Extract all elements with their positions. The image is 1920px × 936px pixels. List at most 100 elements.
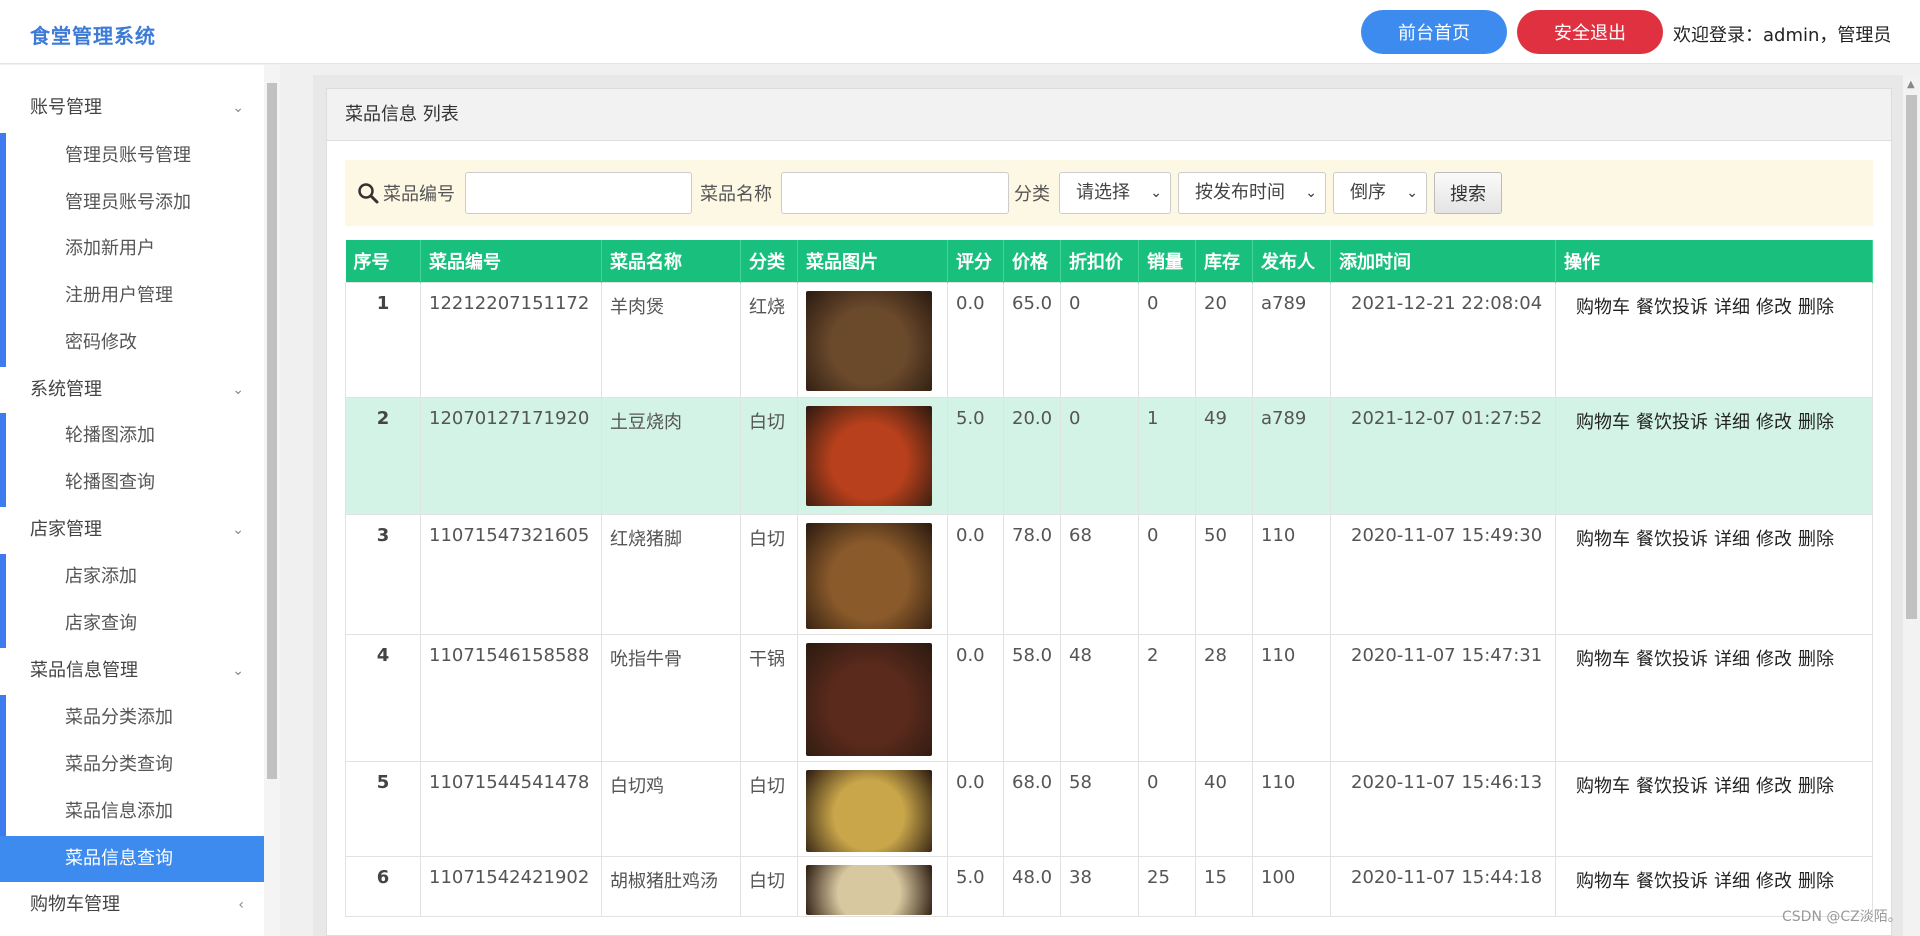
scroll-up-icon[interactable]: ▲: [1907, 79, 1915, 90]
dish-image-cell: [797, 760, 948, 857]
delete-link[interactable]: 删除: [1798, 297, 1834, 318]
col-header: 操作: [1555, 240, 1873, 282]
complaint-link[interactable]: 餐饮投诉: [1636, 412, 1708, 433]
search-bar: 菜品编号 菜品名称 分类 请选择 ⌄ 按发布时间 ⌄ 倒序 ⌄ 搜索: [345, 160, 1873, 226]
edit-link[interactable]: 修改: [1756, 529, 1792, 550]
sidebar-item-registered-users[interactable]: 注册用户管理: [0, 273, 264, 319]
sidebar-group-label: 店家管理: [30, 519, 102, 540]
delete-link[interactable]: 删除: [1798, 776, 1834, 797]
cell-name: 红烧猪脚: [601, 513, 741, 635]
cell-stock: 15: [1195, 855, 1253, 917]
cell-stock: 40: [1195, 760, 1253, 857]
search-button[interactable]: 搜索: [1434, 172, 1502, 214]
add-to-cart-link[interactable]: 购物车: [1576, 649, 1630, 670]
sidebar-item-password[interactable]: 密码修改: [0, 320, 264, 366]
detail-link[interactable]: 详细: [1714, 871, 1750, 892]
sidebar-item-add-user[interactable]: 添加新用户: [0, 226, 264, 272]
detail-link[interactable]: 详细: [1714, 529, 1750, 550]
sidebar-item-dish-add[interactable]: 菜品信息添加: [0, 789, 264, 835]
sidebar-group-store[interactable]: 店家管理 ⌄: [0, 507, 264, 553]
col-header: 分类: [740, 240, 798, 282]
edit-link[interactable]: 修改: [1756, 776, 1792, 797]
frontend-home-button[interactable]: 前台首页: [1361, 10, 1507, 54]
sidebar-group-dish[interactable]: 菜品信息管理 ⌄: [0, 648, 264, 694]
sidebar-item-banner-query[interactable]: 轮播图查询: [0, 460, 264, 506]
edit-link[interactable]: 修改: [1756, 649, 1792, 670]
order-select[interactable]: 倒序 ⌄: [1333, 172, 1427, 214]
cell-score: 0.0: [947, 281, 1004, 398]
cell-price: 68.0: [1003, 760, 1061, 857]
add-to-cart-link[interactable]: 购物车: [1576, 776, 1630, 797]
add-to-cart-link[interactable]: 购物车: [1576, 529, 1630, 550]
cell-score: 5.0: [947, 396, 1004, 515]
delete-link[interactable]: 删除: [1798, 871, 1834, 892]
sidebar-item-store-query[interactable]: 店家查询: [0, 601, 264, 647]
cell-no: 3: [345, 513, 421, 635]
row-actions: 购物车 餐饮投诉 详细 修改 删除: [1555, 396, 1873, 515]
detail-link[interactable]: 详细: [1714, 649, 1750, 670]
add-to-cart-link[interactable]: 购物车: [1576, 412, 1630, 433]
add-to-cart-link[interactable]: 购物车: [1576, 871, 1630, 892]
cell-stock: 28: [1195, 633, 1253, 762]
sidebar-item-dish-query[interactable]: 菜品信息查询: [0, 836, 264, 882]
dish-image: [806, 290, 932, 391]
add-to-cart-link[interactable]: 购物车: [1576, 297, 1630, 318]
table-row: 1 12212207151172 羊肉煲 红烧 0.0 65.0 0 0 20 a789 2021-…: [345, 281, 1873, 398]
sidebar: 账号管理 ⌄ 管理员账号管理 管理员账号添加 添加新用户 注册用户管理 密码修改…: [0, 65, 264, 936]
dish-image: [806, 769, 932, 852]
sidebar-scrollbar[interactable]: [264, 65, 280, 936]
edit-link[interactable]: 修改: [1756, 871, 1792, 892]
complaint-link[interactable]: 餐饮投诉: [1636, 871, 1708, 892]
complaint-link[interactable]: 餐饮投诉: [1636, 529, 1708, 550]
edit-link[interactable]: 修改: [1756, 297, 1792, 318]
cell-sales: 25: [1138, 855, 1196, 917]
page-scrollbar[interactable]: ▲: [1903, 75, 1920, 936]
chevron-down-icon: ⌄: [1406, 185, 1418, 201]
complaint-link[interactable]: 餐饮投诉: [1636, 649, 1708, 670]
sidebar-item-admin-add[interactable]: 管理员账号添加: [0, 180, 264, 226]
cell-price: 20.0: [1003, 396, 1061, 515]
cell-publisher: 110: [1252, 513, 1331, 635]
edit-link[interactable]: 修改: [1756, 412, 1792, 433]
name-input[interactable]: [781, 172, 1009, 214]
panel-title: 菜品信息 列表: [327, 89, 1891, 141]
delete-link[interactable]: 删除: [1798, 412, 1834, 433]
sidebar-item-category-query[interactable]: 菜品分类查询: [0, 742, 264, 788]
sidebar-group-cart[interactable]: 购物车管理 ‹: [0, 882, 264, 928]
sidebar-group-account[interactable]: 账号管理 ⌄: [0, 85, 264, 131]
cell-code: 11071544541478: [420, 760, 602, 857]
code-input[interactable]: [465, 172, 692, 214]
chevron-down-icon: ⌄: [232, 382, 244, 398]
cell-publisher: 100: [1252, 855, 1331, 917]
delete-link[interactable]: 删除: [1798, 649, 1834, 670]
cell-stock: 49: [1195, 396, 1253, 515]
delete-link[interactable]: 删除: [1798, 529, 1834, 550]
cell-name: 羊肉煲: [601, 281, 741, 398]
category-select[interactable]: 请选择 ⌄: [1059, 172, 1171, 214]
dish-table: 序号 菜品编号 菜品名称 分类 菜品图片 评分 价格 折扣价 销量 库存 发布人…: [345, 240, 1873, 917]
col-header: 菜品编号: [420, 240, 602, 282]
sidebar-item-banner-add[interactable]: 轮播图添加: [0, 413, 264, 459]
dish-image-cell: [797, 396, 948, 515]
table-row: 4 11071546158588 吮指牛骨 干锅 0.0 58.0 48 2 28 110 2020…: [345, 633, 1873, 762]
cell-sales: 0: [1138, 513, 1196, 635]
detail-link[interactable]: 详细: [1714, 297, 1750, 318]
sort-select[interactable]: 按发布时间 ⌄: [1178, 172, 1326, 214]
complaint-link[interactable]: 餐饮投诉: [1636, 297, 1708, 318]
sidebar-item-store-add[interactable]: 店家添加: [0, 554, 264, 600]
detail-link[interactable]: 详细: [1714, 776, 1750, 797]
sidebar-group-system[interactable]: 系统管理 ⌄: [0, 367, 264, 413]
cell-score: 0.0: [947, 513, 1004, 635]
cell-discount: 48: [1060, 633, 1139, 762]
cell-no: 6: [345, 855, 421, 917]
sidebar-item-admin-manage[interactable]: 管理员账号管理: [0, 133, 264, 179]
scrollbar-thumb[interactable]: [267, 83, 277, 779]
logout-button[interactable]: 安全退出: [1517, 10, 1663, 54]
complaint-link[interactable]: 餐饮投诉: [1636, 776, 1708, 797]
col-header: 菜品名称: [601, 240, 741, 282]
scrollbar-thumb[interactable]: [1906, 95, 1917, 619]
detail-link[interactable]: 详细: [1714, 412, 1750, 433]
cell-name: 胡椒猪肚鸡汤: [601, 855, 741, 917]
dish-image: [806, 642, 932, 756]
sidebar-item-category-add[interactable]: 菜品分类添加: [0, 695, 264, 741]
